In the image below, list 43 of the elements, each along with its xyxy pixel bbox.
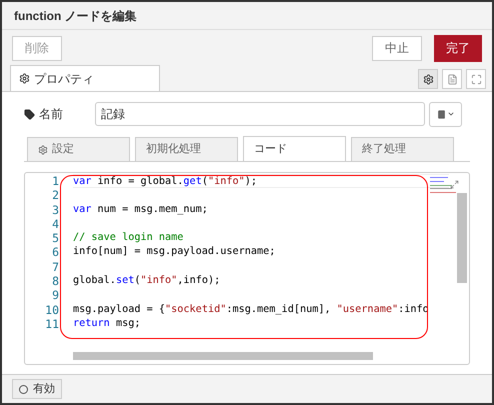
caret-icon [446, 110, 454, 118]
tag-icon [24, 108, 35, 120]
settings-button[interactable] [418, 69, 438, 89]
window-title: function ノードを編集 [14, 8, 137, 24]
code-line: info[num] = msg.payload.username; [73, 245, 276, 260]
cancel-button[interactable]: 中止 [372, 36, 422, 60]
vertical-scrollbar[interactable] [457, 193, 467, 283]
code-line: global.set("info",info); [73, 274, 222, 288]
settings-icon [19, 73, 30, 84]
code-line: var num = msg.mem_num; [73, 202, 209, 217]
line-number: 5 [52, 231, 59, 246]
frame-icon [470, 74, 482, 84]
code-line: return msg; [73, 316, 142, 331]
line-number: 8 [52, 274, 59, 288]
line-number: 4 [52, 216, 59, 232]
appearance-button[interactable] [466, 69, 486, 89]
name-label: 名前 [39, 106, 64, 123]
enabled-toggle[interactable]: 有効 [12, 379, 62, 399]
document-icon [446, 74, 458, 84]
line-number: 2 [52, 188, 59, 203]
settings-icon [422, 74, 434, 84]
line-number: 6 [52, 245, 59, 260]
horizontal-scrollbar[interactable] [73, 352, 373, 360]
editor-tab[interactable]: 初期化処理 [135, 137, 238, 161]
name-field[interactable]: 記録 [95, 102, 425, 126]
code-line: // save login name [73, 231, 184, 246]
library-button[interactable] [429, 102, 462, 126]
editor-tab[interactable]: 終了処理 [351, 137, 454, 161]
editor-tab[interactable]: コード [243, 136, 346, 161]
properties-tab[interactable]: プロパティ [10, 65, 160, 91]
code-line: var info = global.get("info"); [73, 174, 449, 188]
line-number: 10 [45, 302, 59, 317]
expand-icon[interactable] [450, 180, 459, 189]
line-number: 1 [52, 174, 59, 188]
editor-tab[interactable]: 設定 [27, 137, 130, 161]
line-number: 11 [45, 316, 59, 332]
line-number: 9 [52, 288, 59, 303]
line-number: 7 [52, 260, 59, 274]
done-button[interactable]: 完了 [434, 34, 482, 62]
code-editor[interactable] [24, 172, 470, 365]
line-number: 3 [52, 202, 59, 217]
minimap [429, 176, 457, 196]
book-icon [436, 110, 446, 118]
